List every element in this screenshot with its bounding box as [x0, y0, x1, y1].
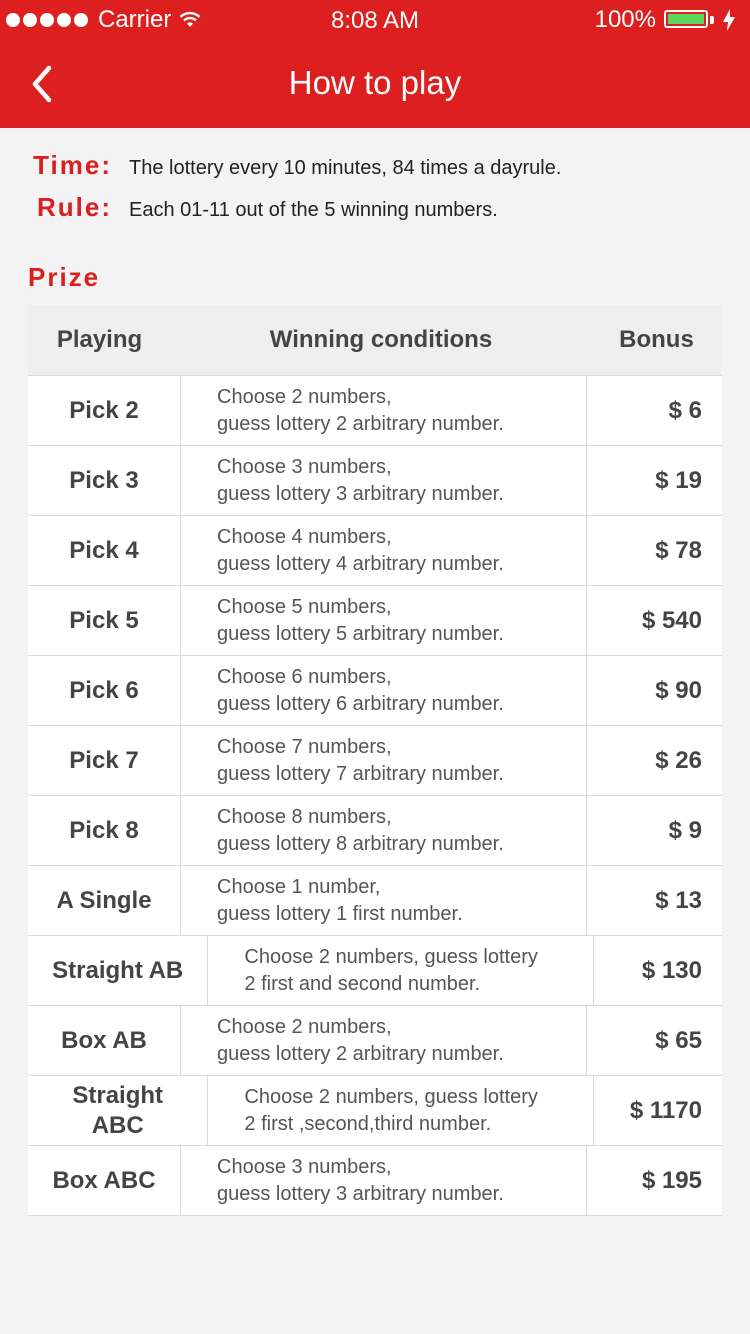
- winning-condition: Choose 3 numbers, guess lottery 3 arbitra…: [181, 446, 587, 515]
- bonus-amount: $ 65: [655, 1026, 702, 1054]
- table-row: Pick 4 Choose 4 numbers, guess lottery 4 …: [28, 515, 722, 585]
- page-title: How to play: [288, 64, 462, 101]
- bonus-amount: $ 195: [641, 1166, 702, 1194]
- play-type: Box AB: [28, 1006, 181, 1075]
- winning-condition: Choose 4 numbers, guess lottery 4 arbitra…: [181, 516, 587, 585]
- bonus-amount: $ 13: [655, 886, 702, 914]
- time-row: Time: The lottery every 10 minutes, 84 t…: [28, 150, 728, 192]
- table-row: Pick 8 Choose 8 numbers, guess lottery 8 …: [28, 795, 722, 865]
- bonus-amount: $ 540: [641, 606, 702, 634]
- bonus-amount: $ 6: [668, 396, 702, 424]
- winning-condition: Choose 3 numbers, guess lottery 3 arbitra…: [181, 1146, 587, 1215]
- table-row: Pick 2 Choose 2 numbers, guess lottery 2 …: [28, 375, 722, 445]
- play-type: Straight AB: [28, 936, 209, 1005]
- winning-condition: Choose 7 numbers, guess lottery 7 arbitra…: [181, 726, 587, 795]
- winning-condition: Choose 6 numbers, guess lottery 6 arbitra…: [181, 656, 587, 725]
- play-type: Pick 8: [28, 796, 181, 865]
- bonus-amount: $ 26: [655, 746, 702, 774]
- time-text: The lottery every 10 minutes, 84 times a…: [129, 157, 562, 179]
- winning-condition: Choose 2 numbers, guess lottery 2 arbitra…: [181, 1006, 587, 1075]
- charging-bolt-icon: [723, 9, 735, 31]
- winning-condition: Choose 2 numbers, guess lottery 2 first a…: [208, 936, 594, 1005]
- play-type: Pick 2: [28, 376, 181, 445]
- header-playing: Playing: [56, 326, 143, 353]
- rule-text: Each 01-11 out of the 5 winning numbers.: [129, 199, 498, 221]
- play-type: Pick 7: [28, 726, 181, 795]
- bonus-amount: $ 9: [668, 816, 702, 844]
- battery-percent: 100%: [594, 6, 656, 33]
- winning-condition: Choose 1 number, guess lottery 1 first nu…: [181, 866, 587, 935]
- table-row: Straight ABC Choose 2 numbers, guess lot…: [28, 1075, 722, 1145]
- play-type: Pick 5: [28, 586, 181, 655]
- play-type: Pick 3: [28, 446, 181, 515]
- winning-condition: Choose 8 numbers, guess lottery 8 arbitra…: [181, 796, 587, 865]
- bonus-amount: $ 130: [641, 956, 702, 984]
- table-row: Straight AB Choose 2 numbers, guess lott…: [28, 935, 722, 1005]
- time-label: Time:: [33, 150, 112, 180]
- bonus-amount: $ 78: [655, 536, 702, 564]
- navigation-bar: How to play: [0, 40, 750, 128]
- play-type: Box ABC: [28, 1146, 181, 1215]
- play-type: Pick 4: [28, 516, 181, 585]
- bonus-amount: $ 90: [655, 676, 702, 704]
- table-header: Playing Winning conditions Bonus: [28, 305, 722, 375]
- table-row: Pick 5 Choose 5 numbers, guess lottery 5 …: [28, 585, 722, 655]
- winning-condition: Choose 2 numbers, guess lottery 2 first ,…: [208, 1076, 594, 1145]
- winning-condition: Choose 2 numbers, guess lottery 2 arbitra…: [181, 376, 587, 445]
- play-type: Pick 6: [28, 656, 181, 725]
- table-row: Pick 3 Choose 3 numbers, guess lottery 3 …: [28, 445, 722, 515]
- header-conditions: Winning conditions: [269, 326, 493, 353]
- winning-condition: Choose 5 numbers, guess lottery 5 arbitra…: [181, 586, 587, 655]
- table-row: Box AB Choose 2 numbers, guess lottery 2 …: [28, 1005, 722, 1075]
- table-row: Box ABC Choose 3 numbers, guess lottery 3…: [28, 1145, 722, 1216]
- status-bar: Carrier 8:08 AM 100%: [0, 0, 750, 40]
- table-row: A Single Choose 1 number, guess lottery 1…: [28, 865, 722, 935]
- bonus-amount: $ 1170: [629, 1096, 702, 1124]
- header-bonus: Bonus: [619, 326, 694, 353]
- rule-label: Rule:: [37, 192, 112, 222]
- prize-table: Playing Winning conditions Bonus Pick 2 …: [28, 305, 722, 1216]
- play-type: Straight ABC: [28, 1076, 209, 1145]
- table-row: Pick 6 Choose 6 numbers, guess lottery 6 …: [28, 655, 722, 725]
- prize-heading: Prize: [28, 262, 101, 292]
- play-type: A Single: [28, 866, 181, 935]
- rule-row: Rule: Each 01-11 out of the 5 winning nu…: [28, 192, 728, 234]
- table-row: Pick 7 Choose 7 numbers, guess lottery 7 …: [28, 725, 722, 795]
- bonus-amount: $ 19: [655, 466, 702, 494]
- rules-info: Time: The lottery every 10 minutes, 84 t…: [28, 150, 728, 234]
- battery-icon: [664, 9, 714, 31]
